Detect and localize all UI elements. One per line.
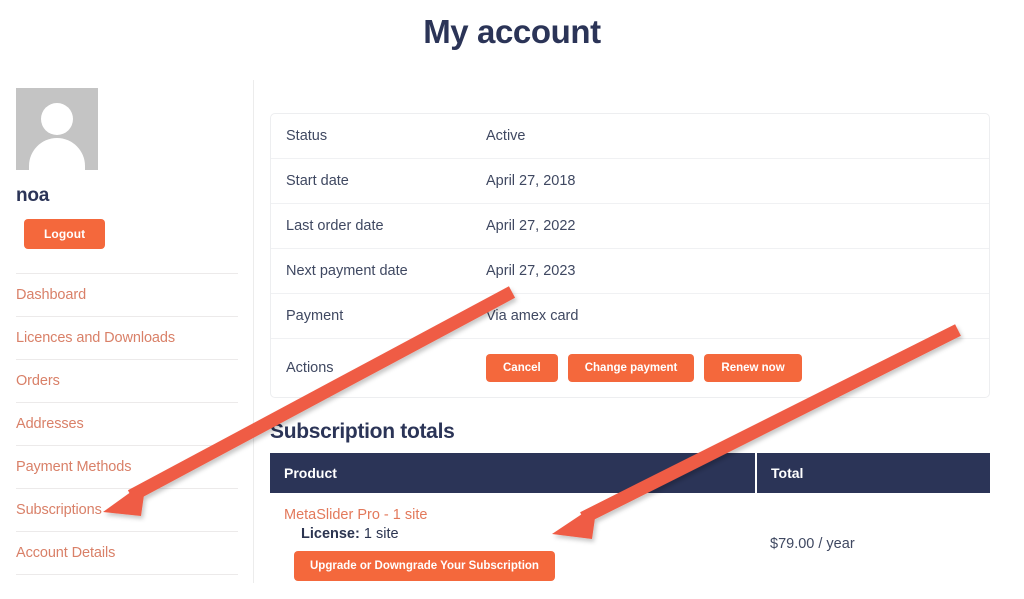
- username: noa: [16, 185, 50, 206]
- detail-label-next-payment-date: Next payment date: [286, 263, 408, 279]
- sidebar-nav: Dashboard Licences and Downloads Orders …: [16, 273, 238, 575]
- detail-value-status: Active: [486, 128, 526, 144]
- totals-table-head: Product Total: [270, 453, 990, 493]
- detail-label-last-order-date: Last order date: [286, 218, 384, 234]
- detail-value-next-payment-date: April 27, 2023: [486, 263, 576, 279]
- column-header-total: Total: [755, 453, 990, 493]
- main-content: Status Active Start date April 27, 2018 …: [253, 80, 1007, 599]
- upgrade-or-downgrade-button[interactable]: Upgrade or Downgrade Your Subscription: [294, 551, 555, 581]
- totals-table-body: MetaSlider Pro - 1 site License: 1 site …: [270, 493, 990, 599]
- totals-header-row: Product Total: [270, 453, 990, 493]
- subscription-totals-table: Product Total MetaSlider Pro - 1 site Li…: [270, 453, 990, 599]
- product-cell: MetaSlider Pro - 1 site License: 1 site …: [270, 493, 756, 599]
- avatar-body-icon: [29, 138, 85, 170]
- subscription-details-card: Status Active Start date April 27, 2018 …: [270, 113, 990, 398]
- detail-label-start-date: Start date: [286, 173, 349, 189]
- subscription-totals-heading: Subscription totals: [270, 420, 455, 443]
- detail-row-payment: Payment Via amex card: [271, 294, 989, 339]
- license-value: 1 site: [363, 526, 399, 542]
- detail-value-start-date: April 27, 2018: [486, 173, 576, 189]
- detail-label-actions: Actions: [286, 360, 334, 376]
- detail-value-payment: Via amex card: [486, 308, 579, 324]
- sidebar-item-subscriptions[interactable]: Subscriptions: [16, 489, 238, 532]
- detail-label-status: Status: [286, 128, 328, 144]
- sidebar-item-licences-and-downloads[interactable]: Licences and Downloads: [16, 317, 238, 360]
- column-header-product: Product: [270, 453, 756, 493]
- product-link[interactable]: MetaSlider Pro - 1 site: [284, 507, 427, 523]
- page-title: My account: [423, 13, 601, 50]
- detail-row-actions: Actions Cancel Change payment Renew now: [271, 339, 989, 397]
- license-line: License: 1 site: [284, 526, 742, 542]
- renew-now-button[interactable]: Renew now: [704, 354, 802, 382]
- sidebar-item-account-details[interactable]: Account Details: [16, 532, 238, 575]
- logout-button[interactable]: Logout: [24, 219, 106, 249]
- detail-row-last-order-date: Last order date April 27, 2022: [271, 204, 989, 249]
- detail-row-next-payment-date: Next payment date April 27, 2023: [271, 249, 989, 294]
- total-cell: $79.00 / year: [770, 536, 855, 552]
- cancel-button[interactable]: Cancel: [486, 354, 558, 382]
- avatar: [16, 88, 98, 170]
- sidebar-item-addresses[interactable]: Addresses: [16, 403, 238, 446]
- account-sidebar: noa Logout Dashboard Licences and Downlo…: [16, 88, 238, 575]
- sidebar-item-payment-methods[interactable]: Payment Methods: [16, 446, 238, 489]
- detail-row-status: Status Active: [271, 114, 989, 159]
- avatar-head-icon: [41, 103, 73, 135]
- subscription-action-buttons: Cancel Change payment Renew now: [486, 354, 802, 382]
- sidebar-item-dashboard[interactable]: Dashboard: [16, 274, 238, 317]
- sidebar-item-orders[interactable]: Orders: [16, 360, 238, 403]
- detail-label-payment: Payment: [286, 308, 344, 324]
- detail-row-start-date: Start date April 27, 2018: [271, 159, 989, 204]
- license-label: License:: [301, 526, 360, 542]
- detail-value-last-order-date: April 27, 2022: [486, 218, 576, 234]
- change-payment-button[interactable]: Change payment: [567, 354, 695, 382]
- table-row: MetaSlider Pro - 1 site License: 1 site …: [270, 493, 990, 599]
